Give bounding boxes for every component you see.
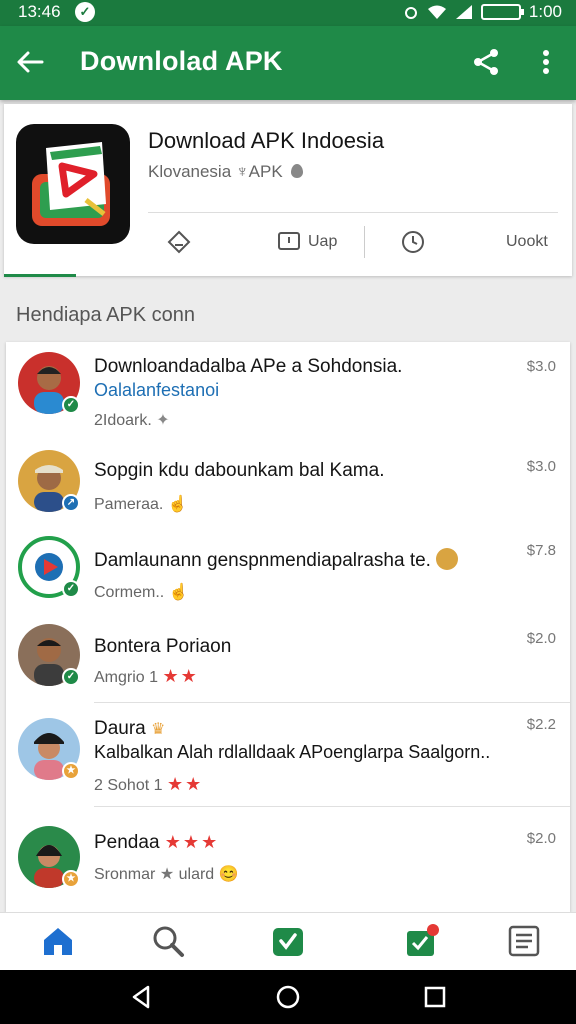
history-button[interactable] bbox=[400, 228, 432, 256]
list-item-price: $3.0 bbox=[526, 358, 556, 375]
list-item-meta: Sronmar ★ ulard 😊 bbox=[94, 866, 239, 883]
rating-stars: ★★ bbox=[166, 774, 204, 794]
recents-icon[interactable] bbox=[422, 984, 448, 1010]
star-badge-icon: ★ bbox=[62, 762, 80, 780]
search-icon[interactable] bbox=[150, 923, 186, 959]
list-item[interactable]: ★ Daura ♛ Kalbalkan Alah rdlalldaak APoe… bbox=[6, 702, 570, 806]
share-icon[interactable] bbox=[470, 46, 502, 78]
clock-icon bbox=[402, 231, 424, 253]
section-title: Hendiapa APK conn bbox=[16, 304, 196, 326]
notification-icon: ✓ bbox=[75, 2, 95, 22]
signal-icon bbox=[455, 5, 472, 19]
wifi-icon bbox=[427, 5, 446, 19]
bookmark-button[interactable]: Uap bbox=[276, 228, 337, 256]
list-item-price: $3.0 bbox=[526, 458, 556, 475]
star-badge-icon: ★ bbox=[62, 870, 80, 888]
status-time: 13:46 bbox=[18, 2, 61, 21]
bookmark-icon bbox=[278, 232, 300, 250]
pin-icon bbox=[291, 164, 304, 178]
list-item-title: Bontera Poriaon bbox=[94, 636, 232, 657]
library-icon[interactable] bbox=[506, 923, 542, 959]
system-navigation-bar bbox=[0, 970, 576, 1024]
home-icon[interactable] bbox=[40, 923, 76, 959]
list-item[interactable]: ✓ Bontera Poriaon Amgrio 1 ★★ $2.0 bbox=[6, 618, 570, 702]
header-divider bbox=[148, 212, 558, 213]
page-title: Downlolad APK bbox=[80, 46, 283, 76]
list-item-meta: Amgrio 1 ★★ bbox=[94, 666, 199, 686]
alarm-icon bbox=[404, 7, 417, 19]
list-item[interactable]: ✓ Damlaunann genspnmendiapalrasha te. Co… bbox=[6, 530, 570, 618]
thumb-icon: ✦ bbox=[156, 412, 170, 429]
more-action-button[interactable]: Uookt bbox=[506, 228, 548, 256]
status-bar: 13:46 ✓ 1:00 bbox=[0, 0, 576, 26]
emoji-icon: 😊 bbox=[218, 866, 239, 883]
title-stars: ★★★ bbox=[164, 832, 220, 852]
list-item-title: Daura ♛ bbox=[94, 718, 166, 739]
list-item-title: Downloandadalba APe a Sohdonsia. bbox=[94, 356, 403, 377]
list-item-title: Sopgin kdu dabounkam bal Kama. bbox=[94, 460, 385, 481]
list-item-meta: Pameraa. ☝ bbox=[94, 496, 188, 513]
install-icon bbox=[167, 230, 191, 254]
crown-icon: ♛ bbox=[151, 721, 166, 738]
list-item-price: $2.0 bbox=[526, 830, 556, 847]
thumb-icon: ☝ bbox=[168, 584, 189, 601]
list-item-meta: Cormem.. ☝ bbox=[94, 584, 189, 601]
user-badge-icon: ↗ bbox=[62, 494, 80, 512]
user-avatar-icon bbox=[436, 548, 459, 570]
list-item-body: Kalbalkan Alah rdlalldaak APoenglarpa Sa… bbox=[94, 742, 491, 762]
list-item-meta: 2Idoark. ✦ bbox=[94, 412, 170, 429]
list-item-price: $2.0 bbox=[526, 630, 556, 647]
star-icon: ★ bbox=[159, 866, 175, 883]
list-item-price: $7.8 bbox=[526, 542, 556, 559]
list-item[interactable]: ↗ Sopgin kdu dabounkam bal Kama. Pameraa… bbox=[6, 442, 570, 530]
list-item-link[interactable]: Oalalanfestanoi bbox=[94, 380, 219, 401]
more-action-label: Uookt bbox=[506, 233, 548, 250]
app-name: Download APK Indoesia bbox=[148, 128, 385, 153]
home-circle-icon[interactable] bbox=[275, 984, 301, 1010]
status-right-time: 1:00 bbox=[528, 2, 562, 21]
updates-icon[interactable] bbox=[404, 923, 440, 959]
back-icon[interactable] bbox=[128, 984, 154, 1010]
back-arrow-icon[interactable] bbox=[14, 46, 46, 78]
list-item-title: Damlaunann genspnmendiapalrasha te. bbox=[94, 548, 459, 572]
thumb-icon: ☝ bbox=[167, 496, 188, 513]
actions-separator bbox=[364, 226, 365, 258]
battery-icon bbox=[480, 4, 524, 20]
apk-list: ✓ Downloandadalba APe a Sohdonsia. Oalal… bbox=[6, 342, 570, 912]
app-logo-icon bbox=[16, 124, 130, 244]
list-item-price: $2.2 bbox=[526, 716, 556, 733]
active-tab-indicator bbox=[4, 274, 76, 277]
verified-badge-icon: ✓ bbox=[62, 580, 80, 598]
list-item-title: Pendaa ★★★ bbox=[94, 832, 220, 853]
verified-badge-icon: ✓ bbox=[62, 668, 80, 686]
more-options-icon[interactable] bbox=[532, 46, 560, 78]
bottom-navigation bbox=[0, 912, 576, 970]
list-item[interactable]: ✓ Downloandadalba APe a Sohdonsia. Oalal… bbox=[6, 342, 570, 442]
app-subtitle: Klovanesia ♆APK bbox=[148, 162, 304, 182]
bookmark-label: Uap bbox=[308, 233, 338, 250]
status-right-group: 1:00 bbox=[403, 2, 562, 22]
app-bar: Downlolad APK bbox=[0, 26, 576, 100]
list-item[interactable]: ★ Pendaa ★★★ Sronmar ★ ulard 😊 $2.0 bbox=[6, 806, 570, 912]
rating-stars: ★★ bbox=[162, 666, 199, 686]
verified-badge-icon: ✓ bbox=[62, 396, 80, 414]
list-item-meta: 2 Sohot 1 ★★ bbox=[94, 774, 204, 794]
app-header-card: Download APK Indoesia Klovanesia ♆APK Ua… bbox=[4, 104, 572, 277]
install-button[interactable] bbox=[166, 228, 198, 256]
app-check-icon[interactable] bbox=[270, 923, 306, 959]
